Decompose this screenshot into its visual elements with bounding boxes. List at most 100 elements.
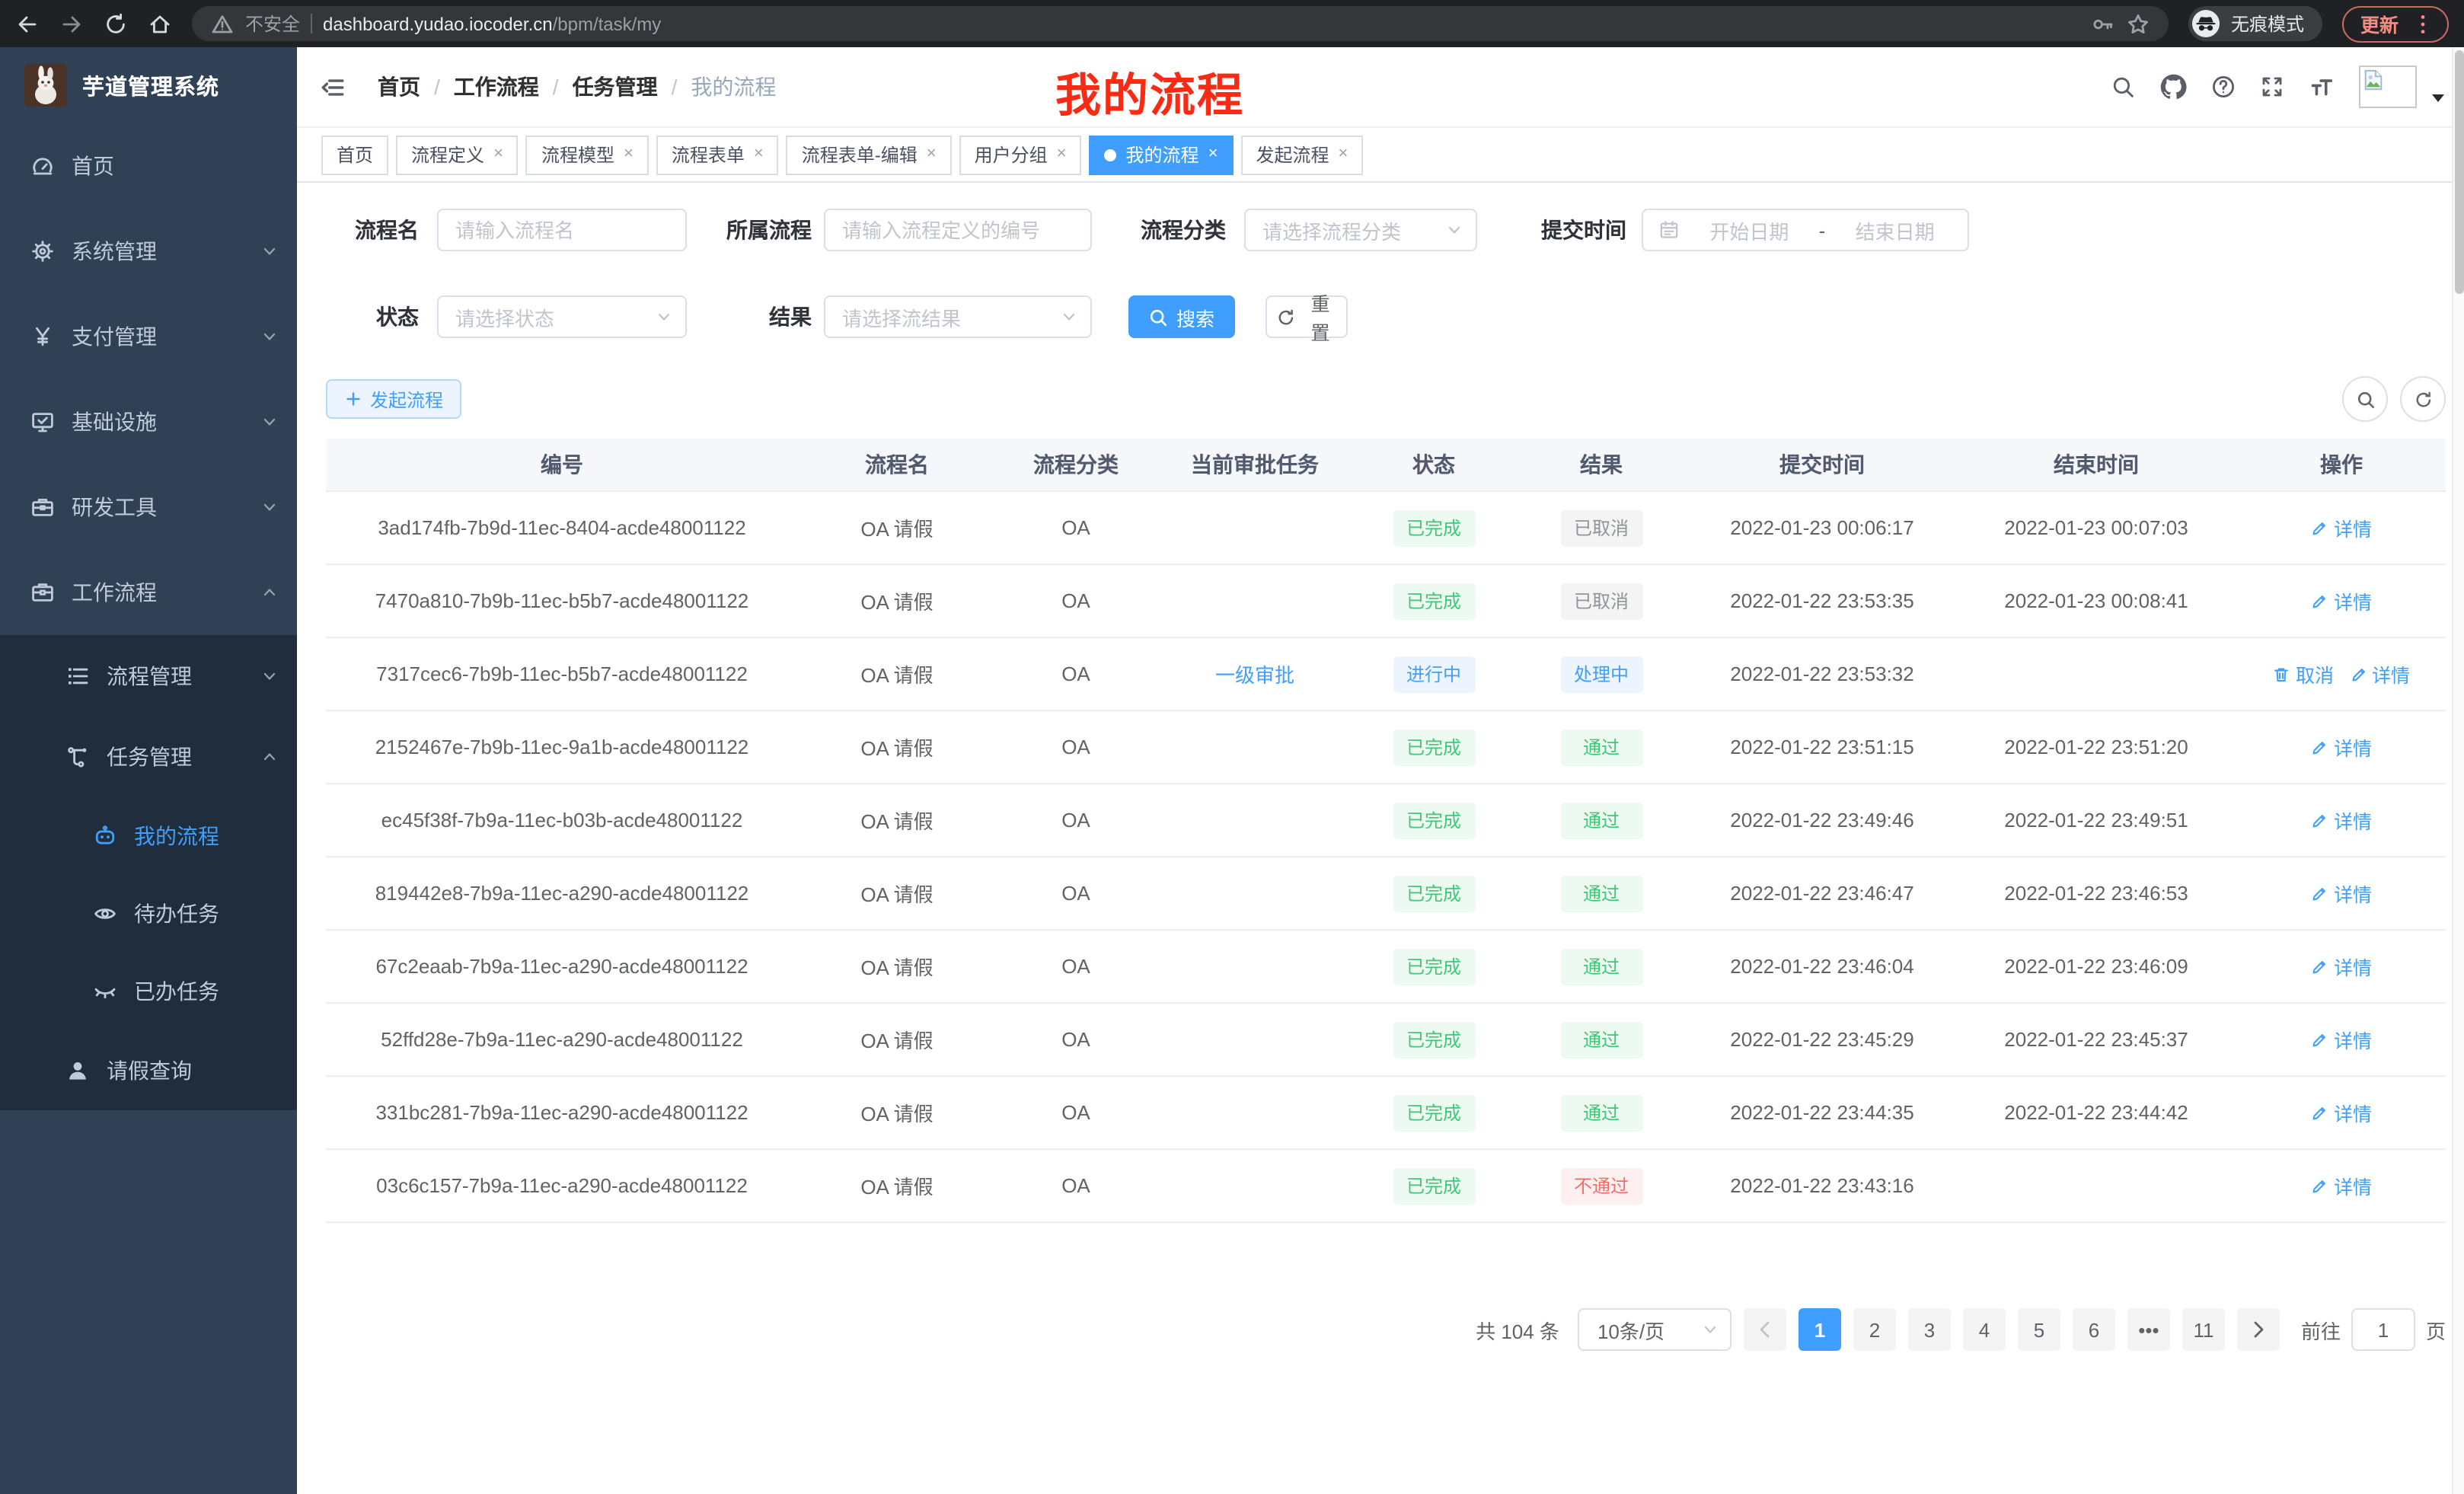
sidebar-item-system-management[interactable]: 系统管理 bbox=[0, 209, 297, 294]
tab-process-form[interactable]: 流程表单× bbox=[656, 135, 779, 174]
tab-close-icon[interactable]: × bbox=[754, 146, 764, 163]
url-bar[interactable]: 不安全 dashboard.yudao.iocoder.cn/bpm/task/… bbox=[192, 6, 2169, 41]
tab-user-group[interactable]: 用户分组× bbox=[959, 135, 1082, 174]
status-select[interactable]: 请选择状态 bbox=[437, 295, 687, 338]
result-select[interactable]: 请选择流结果 bbox=[824, 295, 1092, 338]
action-detail-link[interactable]: 详情 bbox=[2311, 806, 2372, 835]
page-size-select[interactable]: 10条/页 bbox=[1578, 1308, 1732, 1351]
toolbar-refresh-button[interactable] bbox=[2400, 376, 2446, 422]
page-ellipsis[interactable]: ••• bbox=[2127, 1308, 2170, 1351]
sidebar-item-done-tasks[interactable]: 已办任务 bbox=[0, 952, 297, 1030]
browser-reload-icon[interactable] bbox=[104, 11, 128, 36]
category-select[interactable]: 请选择流程分类 bbox=[1244, 209, 1477, 251]
tab-home[interactable]: 首页 bbox=[321, 135, 388, 174]
action-cancel-link[interactable]: 取消 bbox=[2273, 659, 2334, 688]
action-detail-link[interactable]: 详情 bbox=[2311, 1098, 2372, 1127]
page-button-6[interactable]: 6 bbox=[2073, 1308, 2115, 1351]
cell-current-task bbox=[1156, 491, 1354, 564]
sidebar-item-task-management[interactable]: 任务管理 bbox=[0, 716, 297, 796]
page-button-5[interactable]: 5 bbox=[2018, 1308, 2060, 1351]
action-detail-link[interactable]: 详情 bbox=[2311, 952, 2372, 981]
next-page-button[interactable] bbox=[2237, 1308, 2280, 1351]
hamburger-icon[interactable] bbox=[320, 74, 346, 100]
briefcase-icon bbox=[30, 580, 55, 605]
chevron-down-icon[interactable] bbox=[2432, 94, 2444, 101]
page-button-1[interactable]: 1 bbox=[1799, 1308, 1841, 1351]
breadcrumb-home[interactable]: 首页 bbox=[378, 72, 420, 102]
prev-page-button[interactable] bbox=[1744, 1308, 1786, 1351]
tab-close-icon[interactable]: × bbox=[927, 146, 937, 163]
browser-forward-icon[interactable] bbox=[59, 11, 84, 36]
sidebar-item-infrastructure[interactable]: 基础设施 bbox=[0, 379, 297, 464]
parent-process-input[interactable] bbox=[825, 210, 1090, 250]
tab-process-definition[interactable]: 流程定义× bbox=[396, 135, 519, 174]
tab-start-process[interactable]: 发起流程× bbox=[1240, 135, 1363, 174]
current-task-link[interactable]: 一级审批 bbox=[1215, 664, 1294, 687]
security-warning-icon[interactable] bbox=[210, 11, 235, 36]
status-badge: 已完成 bbox=[1393, 875, 1475, 911]
page-button-4[interactable]: 4 bbox=[1963, 1308, 2006, 1351]
browser-back-icon[interactable] bbox=[15, 11, 40, 36]
page-button-3[interactable]: 3 bbox=[1908, 1308, 1951, 1351]
eye-icon bbox=[93, 901, 117, 925]
action-detail-link[interactable]: 详情 bbox=[2311, 513, 2372, 542]
action-detail-link[interactable]: 详情 bbox=[2311, 1025, 2372, 1054]
goto-page-input[interactable] bbox=[2351, 1308, 2415, 1351]
sidebar-item-my-process[interactable]: 我的流程 bbox=[0, 796, 297, 874]
action-detail-link[interactable]: 详情 bbox=[2311, 1171, 2372, 1200]
top-navbar: 首页 / 工作流程 / 任务管理 / 我的流程 我的流程 bbox=[297, 47, 2464, 128]
bookmark-star-icon[interactable] bbox=[2126, 11, 2150, 36]
sidebar-item-workflow[interactable]: 工作流程 bbox=[0, 550, 297, 635]
start-process-button[interactable]: 发起流程 bbox=[326, 379, 461, 419]
key-icon[interactable] bbox=[2091, 11, 2115, 36]
font-size-icon[interactable] bbox=[2309, 74, 2335, 100]
sidebar-item-home[interactable]: 首页 bbox=[0, 123, 297, 209]
tab-label: 首页 bbox=[337, 142, 373, 168]
browser-menu-icon[interactable] bbox=[2411, 11, 2435, 36]
cell-actions: 详情 bbox=[2237, 564, 2446, 637]
browser-home-icon[interactable] bbox=[148, 11, 172, 36]
reset-button[interactable]: 重置 bbox=[1266, 295, 1348, 338]
page-button-11[interactable]: 11 bbox=[2182, 1308, 2225, 1351]
sidebar-item-todo-tasks[interactable]: 待办任务 bbox=[0, 874, 297, 952]
user-icon bbox=[65, 1058, 90, 1082]
help-icon[interactable] bbox=[2211, 75, 2236, 99]
tab-close-icon[interactable]: × bbox=[1338, 146, 1348, 163]
cell-actions: 详情 bbox=[2237, 710, 2446, 784]
app-logo[interactable]: 芋道管理系统 bbox=[0, 47, 297, 123]
toolbar-search-toggle-button[interactable] bbox=[2342, 376, 2388, 422]
breadcrumb-task-management[interactable]: 任务管理 bbox=[573, 72, 658, 102]
tab-close-icon[interactable]: × bbox=[1208, 146, 1218, 163]
avatar[interactable] bbox=[2359, 65, 2417, 108]
column-header: 流程分类 bbox=[996, 439, 1156, 491]
incognito-badge: 无痕模式 bbox=[2188, 6, 2322, 41]
action-detail-link[interactable]: 详情 bbox=[2311, 879, 2372, 908]
browser-update-button[interactable]: 更新 bbox=[2342, 5, 2449, 42]
submit-time-range-picker[interactable]: 开始日期 - 结束日期 bbox=[1642, 209, 1969, 251]
action-detail-link[interactable]: 详情 bbox=[2311, 733, 2372, 761]
cell-result: 通过 bbox=[1514, 784, 1689, 857]
fullscreen-icon[interactable] bbox=[2260, 75, 2284, 99]
search-button[interactable]: 搜索 bbox=[1128, 295, 1235, 338]
pagination-goto: 前往 页 bbox=[2301, 1308, 2446, 1351]
sidebar-item-payment-management[interactable]: 支付管理 bbox=[0, 294, 297, 379]
chevron-left-icon bbox=[1753, 1317, 1777, 1342]
breadcrumb-workflow[interactable]: 工作流程 bbox=[454, 72, 539, 102]
tab-close-icon[interactable]: × bbox=[624, 146, 634, 163]
tab-process-form-edit[interactable]: 流程表单-编辑× bbox=[787, 135, 952, 174]
sidebar-item-leave-query[interactable]: 请假查询 bbox=[0, 1030, 297, 1110]
tab-close-icon[interactable]: × bbox=[1057, 146, 1067, 163]
sidebar-item-process-management[interactable]: 流程管理 bbox=[0, 635, 297, 716]
page-button-2[interactable]: 2 bbox=[1853, 1308, 1896, 1351]
tab-close-icon[interactable]: × bbox=[493, 146, 503, 163]
tab-process-model[interactable]: 流程模型× bbox=[526, 135, 649, 174]
tab-my-process[interactable]: 我的流程× bbox=[1090, 135, 1234, 174]
scrollbar[interactable] bbox=[2452, 47, 2464, 1494]
process-name-input[interactable] bbox=[439, 210, 685, 250]
action-detail-link[interactable]: 详情 bbox=[2349, 659, 2410, 688]
github-icon[interactable] bbox=[2159, 73, 2187, 101]
action-detail-link[interactable]: 详情 bbox=[2311, 586, 2372, 615]
sidebar-item-dev-tools[interactable]: 研发工具 bbox=[0, 464, 297, 550]
scrollbar-thumb[interactable] bbox=[2455, 50, 2464, 294]
search-icon[interactable] bbox=[2111, 75, 2135, 99]
